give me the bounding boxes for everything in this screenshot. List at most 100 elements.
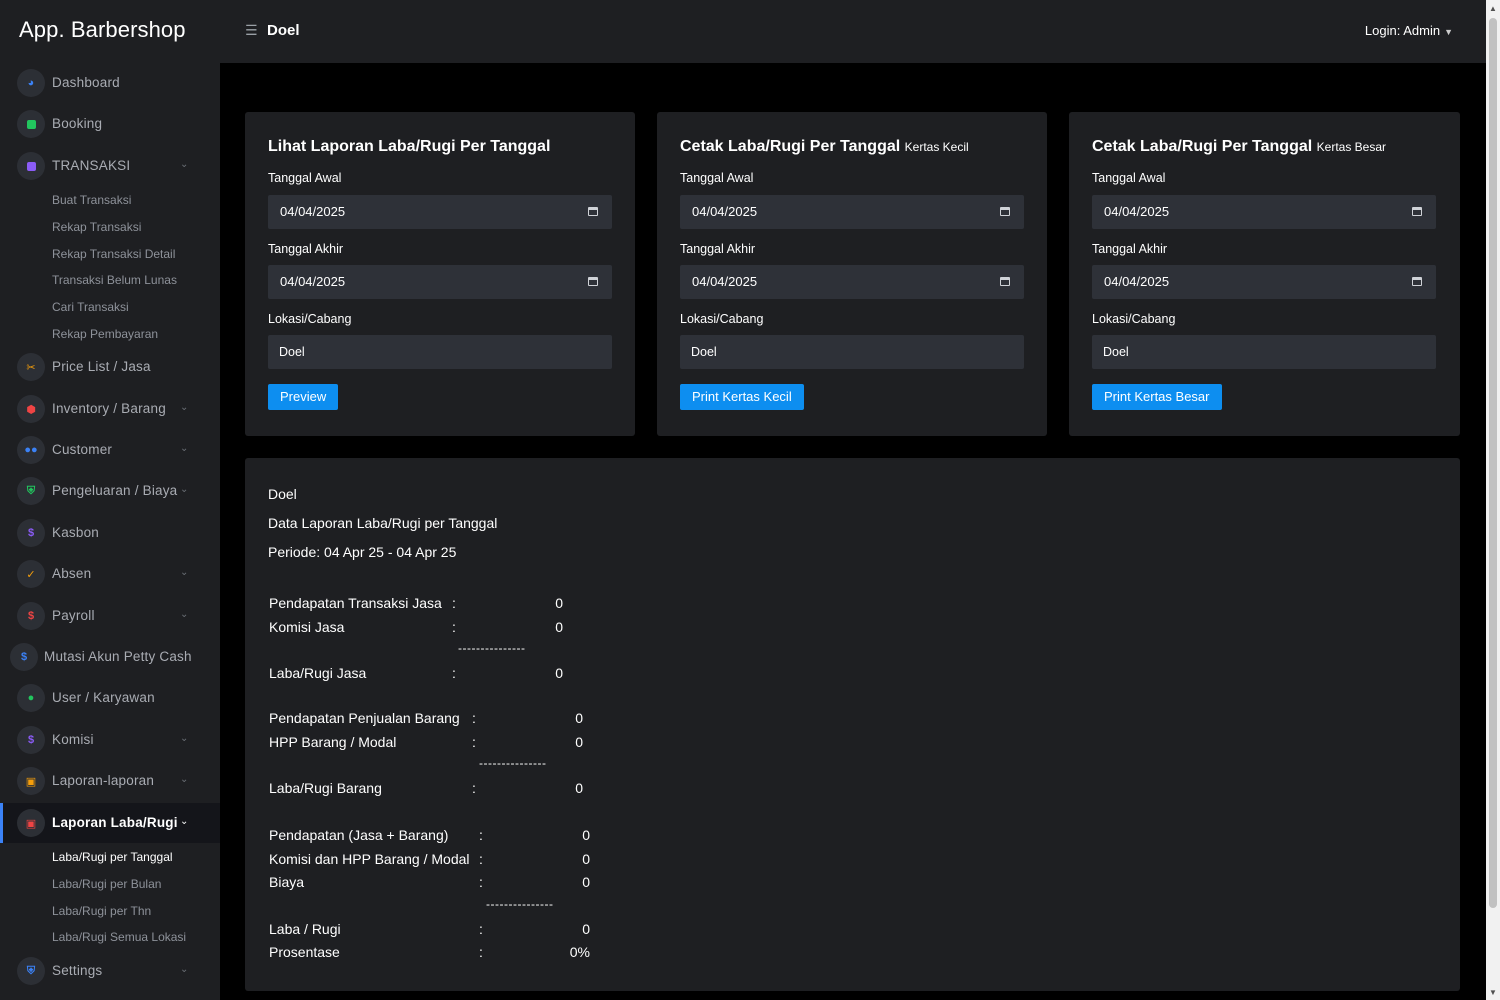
sidebar-item-absen[interactable]: ✓ Absen ⌄ — [0, 554, 220, 594]
sidebar-subitem-rekap-transaksi-detail[interactable]: Rekap Transaksi Detail — [52, 247, 175, 261]
sidebar-item-label: Inventory / Barang — [52, 401, 166, 416]
colon: : — [472, 710, 476, 726]
sidebar-item-payroll[interactable]: $ Payroll ⌄ — [0, 596, 220, 636]
app-brand[interactable]: App. Barbershop — [19, 17, 186, 43]
sidebar-item-label: Kasbon — [52, 525, 99, 540]
sidebar-subitem-rekap-transaksi[interactable]: Rekap Transaksi — [52, 220, 141, 234]
calendar-icon[interactable] — [1000, 207, 1010, 216]
end-date-input[interactable]: 04/04/2025 — [268, 265, 612, 299]
sidebar-item-booking[interactable]: Booking — [0, 104, 220, 144]
login-dropdown[interactable]: Login: Admin ▼ — [1365, 23, 1453, 38]
barang-hpp-value: 0 — [575, 734, 583, 750]
total-income-value: 0 — [582, 827, 590, 843]
page-scrollbar[interactable]: ▲ ▼ — [1486, 0, 1500, 1000]
transaction-icon — [17, 152, 45, 180]
report-location: Doel — [268, 486, 297, 502]
sidebar-subitem-cari-transaksi[interactable]: Cari Transaksi — [52, 300, 129, 314]
sidebar-subitem-laba-rugi-bulan[interactable]: Laba/Rugi per Bulan — [52, 877, 161, 891]
sidebar: ◕ Dashboard Booking TRANSAKSI ⌄ Buat Tra… — [0, 63, 220, 1000]
jasa-commission-label: Komisi Jasa — [269, 619, 345, 635]
preview-button[interactable]: Preview — [268, 384, 339, 410]
scroll-up-icon[interactable]: ▲ — [1489, 4, 1497, 13]
total-commission-hpp-label: Komisi dan HPP Barang / Modal — [269, 851, 470, 867]
sidebar-subitem-buat-transaksi[interactable]: Buat Transaksi — [52, 193, 131, 207]
colon: : — [452, 665, 456, 681]
location-select[interactable]: Doel — [680, 335, 1024, 369]
top-header: App. Barbershop ☰ Doel Login: Admin ▼ — [0, 0, 1486, 63]
sidebar-subitem-transaksi-belum-lunas[interactable]: Transaksi Belum Lunas — [52, 273, 177, 287]
profit-loss-icon: ▣ — [17, 809, 45, 837]
barang-hpp-label: HPP Barang / Modal — [269, 734, 397, 750]
sidebar-item-user[interactable]: ● User / Karyawan — [0, 678, 220, 718]
end-date-label: Tanggal Akhir — [1092, 242, 1168, 256]
report-period: Periode: 04 Apr 25 - 04 Apr 25 — [268, 544, 457, 560]
start-date-label: Tanggal Awal — [680, 171, 754, 185]
sidebar-item-label: TRANSAKSI — [52, 158, 131, 173]
sidebar-item-dashboard[interactable]: ◕ Dashboard — [0, 63, 220, 103]
sidebar-subitem-laba-rugi-semua-lokasi[interactable]: Laba/Rugi Semua Lokasi — [52, 930, 186, 944]
location-label: Lokasi/Cabang — [680, 312, 764, 326]
barang-profit-value: 0 — [575, 780, 583, 796]
check-icon: ✓ — [17, 560, 45, 588]
end-date-input[interactable]: 04/04/2025 — [680, 265, 1024, 299]
page-title: Doel — [267, 22, 300, 39]
sidebar-item-settings[interactable]: ⛨ Settings ⌄ — [0, 951, 220, 991]
jasa-profit-value: 0 — [555, 665, 563, 681]
chevron-down-icon: ⌄ — [180, 443, 189, 454]
sidebar-subitem-rekap-pembayaran[interactable]: Rekap Pembayaran — [52, 327, 158, 341]
chevron-down-icon: ⌄ — [180, 774, 189, 785]
percentage-value: 0% — [569, 944, 590, 960]
sidebar-item-laporan[interactable]: ▣ Laporan-laporan ⌄ — [0, 761, 220, 801]
start-date-label: Tanggal Awal — [268, 171, 342, 185]
location-select[interactable]: Doel — [1092, 335, 1436, 369]
login-label: Login: Admin — [1364, 23, 1441, 38]
report-icon: ▣ — [17, 767, 45, 795]
calendar-icon[interactable] — [1000, 277, 1010, 286]
colon: : — [479, 921, 483, 937]
sidebar-subitem-laba-rugi-tanggal[interactable]: Laba/Rugi per Tanggal — [52, 850, 173, 864]
menu-toggle-icon[interactable]: ☰ — [245, 22, 258, 39]
sidebar-item-mutasi-petty-cash[interactable]: $ Mutasi Akun Petty Cash — [0, 637, 220, 677]
end-date-label: Tanggal Akhir — [268, 242, 344, 256]
barang-profit-label: Laba/Rugi Barang — [269, 780, 382, 796]
print-small-button[interactable]: Print Kertas Kecil — [680, 384, 804, 410]
sidebar-subitem-laba-rugi-tahun[interactable]: Laba/Rugi per Thn — [52, 904, 151, 918]
start-date-input[interactable]: 04/04/2025 — [1092, 195, 1436, 229]
sidebar-item-label: Settings — [52, 963, 103, 978]
colon: : — [479, 874, 483, 890]
location-select[interactable]: Doel — [268, 335, 612, 369]
sidebar-item-inventory[interactable]: ⬢ Inventory / Barang ⌄ — [0, 389, 220, 429]
sidebar-item-label: Booking — [52, 116, 103, 131]
colon: : — [479, 851, 483, 867]
print-large-button[interactable]: Print Kertas Besar — [1092, 384, 1222, 410]
sidebar-item-label: Absen — [52, 566, 92, 581]
user-icon: ● — [17, 684, 45, 712]
sidebar-item-label: Komisi — [52, 732, 94, 747]
chevron-down-icon: ⌄ — [180, 733, 189, 744]
start-date-input[interactable]: 04/04/2025 — [680, 195, 1024, 229]
colon: : — [452, 619, 456, 635]
sidebar-item-komisi[interactable]: $ Komisi ⌄ — [0, 720, 220, 760]
sidebar-item-laporan-laba-rugi[interactable]: ▣ Laporan Laba/Rugi ⌄ — [0, 803, 220, 843]
calendar-icon[interactable] — [588, 277, 598, 286]
colon: : — [472, 734, 476, 750]
sidebar-item-customer[interactable]: ●● Customer ⌄ — [0, 430, 220, 470]
scroll-down-icon[interactable]: ▼ — [1489, 988, 1497, 997]
sidebar-item-price-list[interactable]: ✂ Price List / Jasa — [0, 347, 220, 387]
start-date-input[interactable]: 04/04/2025 — [268, 195, 612, 229]
total-commission-hpp-value: 0 — [582, 851, 590, 867]
scrollbar-thumb[interactable] — [1489, 18, 1497, 908]
percentage-label: Prosentase — [269, 944, 340, 960]
end-date-input[interactable]: 04/04/2025 — [1092, 265, 1436, 299]
jasa-income-label: Pendapatan Transaksi Jasa — [269, 595, 442, 611]
sidebar-item-transaksi[interactable]: TRANSAKSI ⌄ — [0, 146, 220, 186]
end-date-label: Tanggal Akhir — [680, 242, 756, 256]
calendar-icon[interactable] — [1412, 207, 1422, 216]
report-panel: Doel Data Laporan Laba/Rugi per Tanggal … — [245, 458, 1460, 991]
calendar-icon[interactable] — [1412, 277, 1422, 286]
sidebar-item-pengeluaran[interactable]: ⛨ Pengeluaran / Biaya ⌄ — [0, 471, 220, 511]
calendar-icon[interactable] — [588, 207, 598, 216]
booking-icon — [17, 110, 45, 138]
inventory-icon: ⬢ — [17, 395, 45, 423]
sidebar-item-kasbon[interactable]: $ Kasbon — [0, 513, 220, 553]
